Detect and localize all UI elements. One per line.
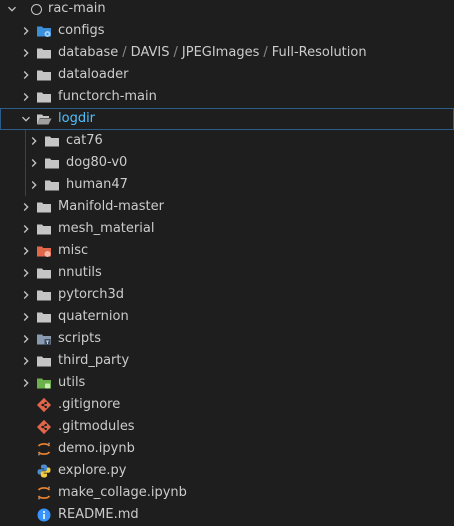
tree-item-mesh-material[interactable]: mesh_material [0,218,454,240]
tree-item-pytorch3d[interactable]: pytorch3d [0,284,454,306]
tree-item-make-collage-ipynb[interactable]: make_collage.ipynb [0,482,454,504]
tree-item-demo-ipynb[interactable]: demo.ipynb [0,438,454,460]
item-label: configs [58,23,105,38]
folder-misc-icon [36,243,52,259]
item-label: scripts [58,331,101,346]
path-segment: DAVIS [130,45,170,60]
tree-item-misc[interactable]: misc [0,240,454,262]
item-label: dog80-v0 [66,155,128,170]
item-label: Manifold-master [58,199,164,214]
item-label: human47 [66,177,128,192]
tree-item-configs[interactable]: configs [0,20,454,42]
tree-item-dog80-v0[interactable]: dog80-v0 [0,152,454,174]
tree-item-explore-py[interactable]: explore.py [0,460,454,482]
item-label: logdir [58,111,96,126]
jupyter-icon [36,441,52,457]
chevron-right-icon[interactable] [18,284,34,306]
folder-icon [36,89,52,105]
python-icon [36,463,52,479]
item-label: .gitignore [58,397,121,412]
chevron-right-icon[interactable] [26,152,42,174]
path-segment: Full-Resolution [271,45,367,60]
item-label: .gitmodules [58,419,135,434]
folder-icon [44,155,60,171]
info-icon [36,507,52,523]
chevron-right-icon[interactable] [18,64,34,86]
tree-item-nnutils[interactable]: nnutils [0,262,454,284]
tree-item-quaternion[interactable]: quaternion [0,306,454,328]
file-explorer-tree: rac-main configs database / DAVIS / JPEGImag… [0,0,454,526]
tree-item-human47[interactable]: human47 [0,174,454,196]
circle-icon [28,1,44,17]
tree-item-database[interactable]: database / DAVIS / JPEGImages / Full-Resolutio… [0,42,454,64]
item-label: third_party [58,353,130,368]
folder-open-icon [36,111,52,127]
chevron-down-icon[interactable] [4,0,20,20]
git-icon [36,397,52,413]
folder-icon [44,133,60,149]
tree-item-utils[interactable]: utils [0,372,454,394]
item-label: pytorch3d [58,287,124,302]
item-label: explore.py [58,463,127,478]
folder-icon [36,309,52,325]
chevron-right-icon[interactable] [18,42,34,64]
tree-item-functorch-main[interactable]: functorch-main [0,86,454,108]
item-label: dataloader [58,67,129,82]
item-label: mesh_material [58,221,155,236]
git-icon [36,419,52,435]
folder-icon [36,287,52,303]
root-label: rac-main [48,1,106,16]
chevron-right-icon[interactable] [26,174,42,196]
folder-icon [36,199,52,215]
tree-root-rac-main[interactable]: rac-main [0,0,454,20]
tree-item-gitignore[interactable]: .gitignore [0,394,454,416]
folder-icon [36,221,52,237]
item-label-compact-path: database / DAVIS / JPEGImages / Full-Resolutio… [58,45,367,60]
folder-gear-icon [36,23,52,39]
chevron-right-icon[interactable] [18,372,34,394]
item-label: demo.ipynb [58,441,135,456]
chevron-right-icon[interactable] [18,328,34,350]
tree-item-third-party[interactable]: third_party [0,350,454,372]
path-segment: database [58,45,119,60]
item-label: make_collage.ipynb [58,485,187,500]
item-label: functorch-main [58,89,157,104]
chevron-right-icon[interactable] [18,196,34,218]
folder-icon [36,45,52,61]
item-label: misc [58,243,89,258]
tree-item-logdir[interactable]: logdir [0,108,454,130]
tree-item-manifold-master[interactable]: Manifold-master [0,196,454,218]
jupyter-icon [36,485,52,501]
tree-item-cat76[interactable]: cat76 [0,130,454,152]
folder-scripts-icon [36,331,52,347]
chevron-right-icon[interactable] [18,218,34,240]
folder-icon [36,67,52,83]
tree-item-gitmodules[interactable]: .gitmodules [0,416,454,438]
chevron-right-icon[interactable] [18,262,34,284]
tree-item-scripts[interactable]: scripts [0,328,454,350]
chevron-right-icon[interactable] [18,20,34,42]
chevron-right-icon[interactable] [18,306,34,328]
item-label: cat76 [66,133,103,148]
chevron-right-icon[interactable] [18,86,34,108]
item-label: quaternion [58,309,129,324]
tree-item-dataloader[interactable]: dataloader [0,64,454,86]
folder-icon [44,177,60,193]
folder-icon [36,353,52,369]
item-label: utils [58,375,86,390]
chevron-right-icon[interactable] [18,240,34,262]
folder-icon [36,265,52,281]
folder-utils-icon [36,375,52,391]
item-label: nnutils [58,265,102,280]
chevron-right-icon[interactable] [18,350,34,372]
chevron-right-icon[interactable] [26,130,42,152]
chevron-down-icon[interactable] [18,108,34,130]
path-segment: JPEGImages [181,45,260,60]
